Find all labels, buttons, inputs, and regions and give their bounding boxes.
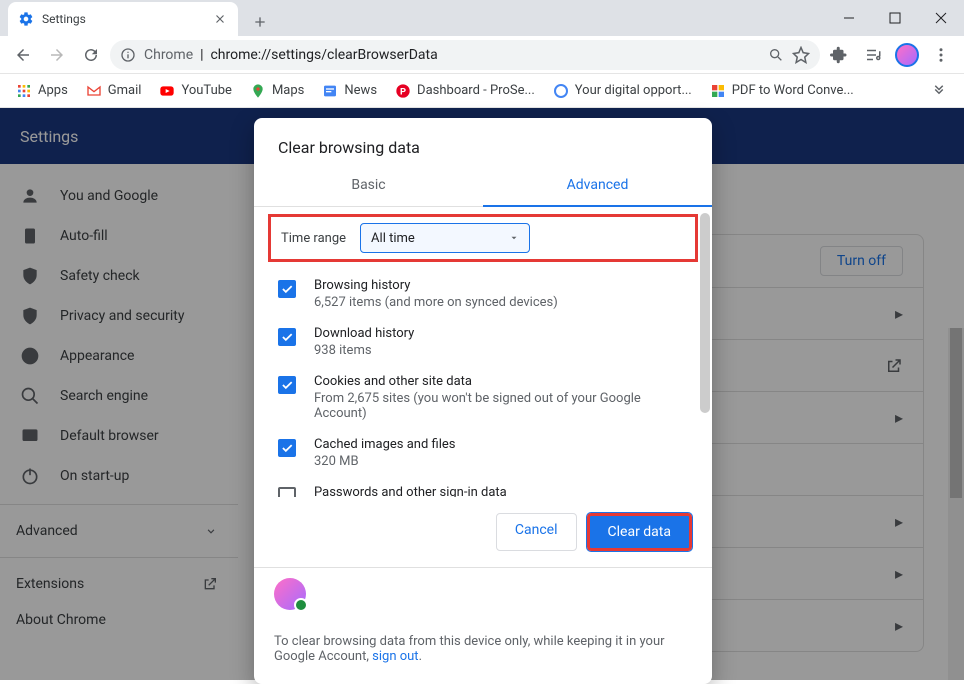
clear-browsing-data-dialog: Clear browsing data Basic Advanced Time … xyxy=(254,118,712,684)
check-title: Download history xyxy=(314,326,414,341)
tab-basic[interactable]: Basic xyxy=(254,165,483,206)
bookmark-label: PDF to Word Conve... xyxy=(732,83,854,98)
check-title: Cookies and other site data xyxy=(314,374,688,389)
browser-toolbar: Chrome | chrome://settings/clearBrowserD… xyxy=(0,36,964,74)
check-title: Cached images and files xyxy=(314,437,455,452)
gmail-bookmark[interactable]: Gmail xyxy=(80,79,148,103)
bookmark-label: Your digital opport... xyxy=(575,83,692,98)
check-title: Passwords and other sign-in data xyxy=(314,485,507,497)
bookmark-label: Dashboard - ProSe... xyxy=(417,83,535,98)
apps-icon xyxy=(16,83,32,99)
bookmark-label: News xyxy=(344,83,377,98)
bookmark-label: Maps xyxy=(272,83,304,98)
minimize-button[interactable] xyxy=(826,0,872,36)
check-sub: 6,527 items (and more on synced devices) xyxy=(314,295,558,310)
menu-button[interactable] xyxy=(926,40,956,70)
bookmark-label: Gmail xyxy=(108,83,142,98)
tab-strip: Settings xyxy=(0,0,964,36)
gmail-icon xyxy=(86,83,102,99)
address-bar[interactable]: Chrome | chrome://settings/clearBrowserD… xyxy=(110,40,820,70)
bookmarks-bar: Apps Gmail YouTube Maps News P Dashboard … xyxy=(0,74,964,108)
tab-title: Settings xyxy=(42,12,212,26)
clear-data-button[interactable]: Clear data xyxy=(587,513,692,551)
time-range-select[interactable]: All time xyxy=(360,223,530,253)
dialog-actions: Cancel Clear data xyxy=(254,497,712,567)
google-bookmark[interactable]: Your digital opport... xyxy=(547,79,698,103)
dashboard-bookmark[interactable]: P Dashboard - ProSe... xyxy=(389,79,541,103)
avatar-icon xyxy=(895,43,919,67)
checkbox[interactable] xyxy=(278,328,296,346)
extensions-button[interactable] xyxy=(824,40,854,70)
zoom-icon[interactable] xyxy=(768,47,784,63)
dialog-footer: To clear browsing data from this device … xyxy=(254,620,712,684)
new-tab-button[interactable] xyxy=(246,8,274,36)
check-sub: 320 MB xyxy=(314,454,455,469)
news-icon xyxy=(322,83,338,99)
checkbox[interactable] xyxy=(278,280,296,298)
checkbox[interactable] xyxy=(278,487,296,497)
dialog-scrollbar[interactable] xyxy=(700,213,710,413)
apps-bookmark[interactable]: Apps xyxy=(10,79,74,103)
sync-account-row xyxy=(254,567,712,620)
tab-advanced[interactable]: Advanced xyxy=(483,165,712,207)
time-range-row: Time range All time xyxy=(268,214,698,262)
window-controls xyxy=(826,0,964,36)
checkbox-row-cached[interactable]: Cached images and files 320 MB xyxy=(274,429,692,477)
site-info-icon[interactable] xyxy=(120,47,136,63)
check-title: Browsing history xyxy=(314,278,558,293)
chevron-down-icon xyxy=(509,233,519,243)
pdf-icon xyxy=(710,83,726,99)
checkbox-row-passwords[interactable]: Passwords and other sign-in data149 pass… xyxy=(274,477,692,497)
dialog-tabs: Basic Advanced xyxy=(254,165,712,207)
check-sub: 938 items xyxy=(314,343,414,358)
sync-badge-icon xyxy=(294,598,308,612)
sign-out-link[interactable]: sign out xyxy=(372,649,418,664)
forward-button[interactable] xyxy=(42,40,72,70)
gear-icon xyxy=(18,11,34,27)
bookmark-label: YouTube xyxy=(181,83,232,98)
pdf-bookmark[interactable]: PDF to Word Conve... xyxy=(704,79,860,103)
dialog-title: Clear browsing data xyxy=(254,118,712,165)
youtube-bookmark[interactable]: YouTube xyxy=(153,79,238,103)
pinterest-icon: P xyxy=(395,83,411,99)
news-bookmark[interactable]: News xyxy=(316,79,383,103)
profile-button[interactable] xyxy=(892,40,922,70)
checkbox-row-download-history[interactable]: Download history 938 items xyxy=(274,318,692,366)
bookmark-label: Apps xyxy=(38,83,68,98)
close-tab-icon[interactable] xyxy=(212,11,228,27)
bookmark-star-icon[interactable] xyxy=(792,46,810,64)
checkbox[interactable] xyxy=(278,376,296,394)
bookmarks-overflow[interactable] xyxy=(924,78,954,104)
maximize-button[interactable] xyxy=(872,0,918,36)
check-sub: From 2,675 sites (you won't be signed ou… xyxy=(314,391,688,421)
footer-text: . xyxy=(419,649,422,664)
url-text: Chrome | chrome://settings/clearBrowserD… xyxy=(144,47,760,63)
youtube-icon xyxy=(159,83,175,99)
svg-text:P: P xyxy=(400,86,406,97)
maps-bookmark[interactable]: Maps xyxy=(244,79,310,103)
cancel-button[interactable]: Cancel xyxy=(496,513,577,551)
dialog-body: Time range All time Browsing history 6,52… xyxy=(254,207,712,497)
back-button[interactable] xyxy=(8,40,38,70)
browser-tab[interactable]: Settings xyxy=(8,2,238,36)
google-icon xyxy=(553,83,569,99)
avatar-icon xyxy=(274,578,306,610)
maps-icon xyxy=(250,83,266,99)
footer-text: To clear browsing data from this device … xyxy=(274,634,665,664)
checkbox[interactable] xyxy=(278,439,296,457)
close-window-button[interactable] xyxy=(918,0,964,36)
checkbox-row-browsing-history[interactable]: Browsing history 6,527 items (and more on… xyxy=(274,270,692,318)
select-value: All time xyxy=(371,231,415,246)
reload-button[interactable] xyxy=(76,40,106,70)
media-button[interactable] xyxy=(858,40,888,70)
time-range-label: Time range xyxy=(277,231,346,246)
checkbox-row-cookies[interactable]: Cookies and other site data From 2,675 si… xyxy=(274,366,692,429)
